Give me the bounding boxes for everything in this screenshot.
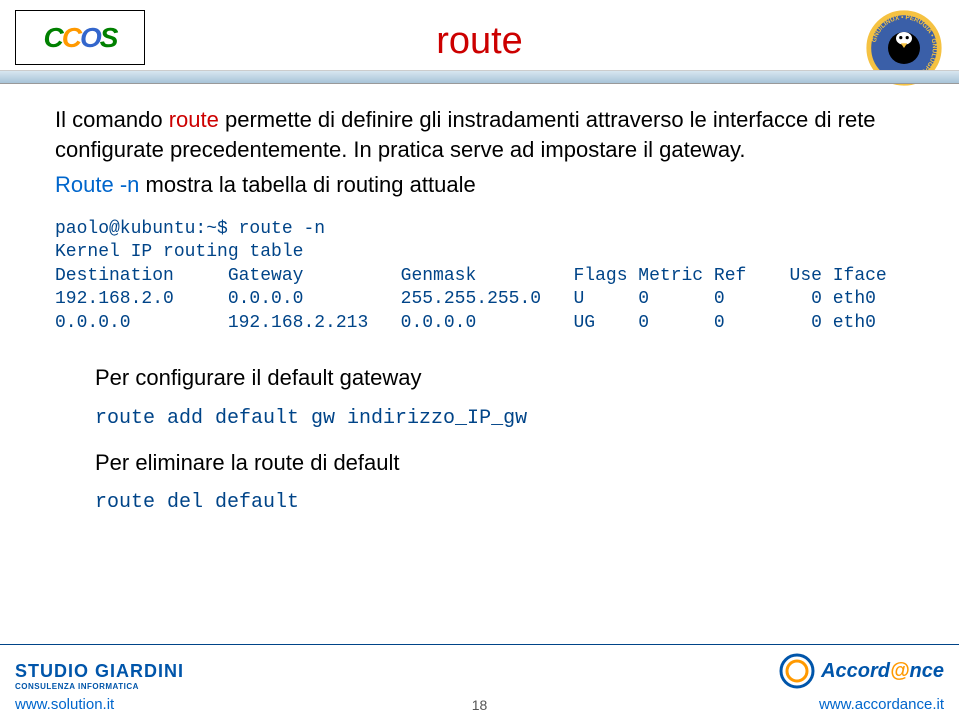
footer-url-right: www.accordance.it <box>819 696 944 713</box>
studio-name: STUDIO GIARDINI <box>15 661 184 682</box>
slide-content: Il comando route permette di definire gl… <box>55 105 904 532</box>
footer: STUDIO GIARDINI CONSULENZA INFORMATICA w… <box>0 644 959 719</box>
command-route-n: Route -n <box>55 172 139 197</box>
command-del-default: route del default <box>95 489 904 516</box>
header-divider <box>0 70 959 84</box>
keyword-route: route <box>169 107 219 132</box>
accordance-text: Accord@nce <box>821 660 944 683</box>
paragraph-delete-route: Per eliminare la route di default <box>95 448 904 478</box>
page-number: 18 <box>472 697 488 713</box>
slide-title: route <box>0 20 959 63</box>
text: mostra la tabella di routing attuale <box>139 172 475 197</box>
paragraph-config-gw: Per configurare il default gateway <box>95 363 904 393</box>
command-add-default: route add default gw indirizzo_IP_gw <box>95 405 904 432</box>
accordance-ring-icon <box>777 651 817 691</box>
paragraph-intro: Il comando route permette di definire gl… <box>55 105 904 164</box>
studio-subtitle: CONSULENZA INFORMATICA <box>15 682 184 691</box>
footer-logo-studio: STUDIO GIARDINI CONSULENZA INFORMATICA <box>15 661 184 691</box>
terminal-output: paolo@kubuntu:~$ route -n Kernel IP rout… <box>55 218 904 335</box>
footer-url-left: www.solution.it <box>15 696 114 713</box>
footer-logo-accordance: Accord@nce <box>777 651 944 691</box>
text: Il comando <box>55 107 169 132</box>
paragraph-route-n: Route -n mostra la tabella di routing at… <box>55 170 904 200</box>
